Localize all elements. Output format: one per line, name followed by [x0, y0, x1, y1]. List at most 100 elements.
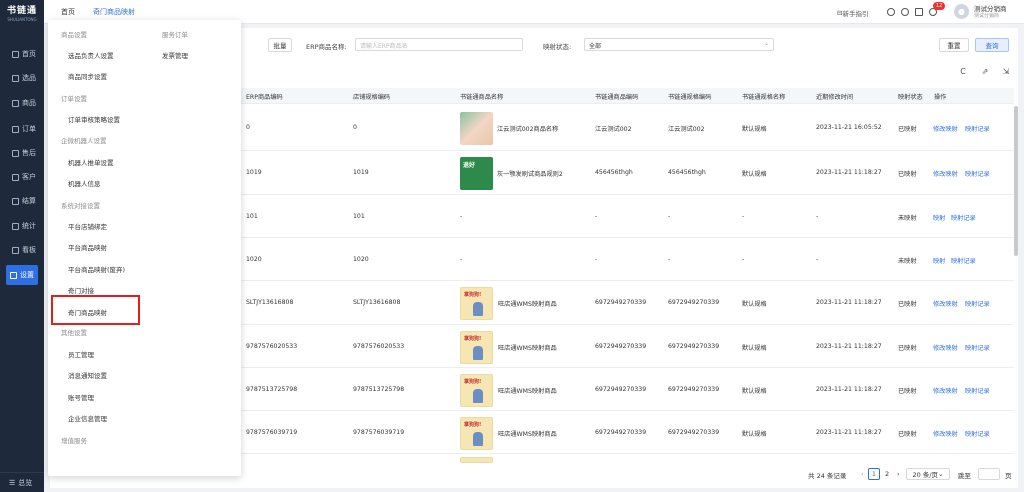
menu-item-invoice[interactable]: 发票管理 [162, 50, 188, 60]
mapping-record-link[interactable]: 映射记录 [965, 169, 990, 178]
product-thumbnail[interactable]: 掌狗狗! [460, 287, 493, 320]
cell-slt-spec-code: 6972949270339 [668, 342, 720, 350]
sidebar-overview[interactable]: ☰ 总览 [0, 472, 44, 492]
product-thumbnail[interactable]: 掌狗狗! [460, 373, 493, 407]
sidebar-item-label: 设置 [20, 271, 34, 279]
sidebar-item-dashboard[interactable]: 看板 [0, 240, 44, 260]
table-scrollbar[interactable] [1014, 106, 1018, 256]
modify-mapping-link[interactable]: 修改映射 [933, 299, 958, 308]
sidebar-item-stats[interactable]: 统计 [0, 216, 44, 236]
mapping-status-select[interactable]: 全部 ⌄ [584, 38, 774, 51]
modify-mapping-link[interactable]: 修改映射 [933, 169, 958, 178]
sidebar-item-aftersale[interactable]: 售后 [0, 143, 44, 163]
sidebar-item-settings[interactable]: 设置 [6, 265, 38, 285]
app-logo[interactable]: 书链通 SHULIANTONG [0, 0, 44, 24]
product-thumbnail[interactable]: 掌狗狗! [460, 330, 493, 364]
prev-page-icon[interactable]: ‹ [861, 470, 864, 478]
product-thumbnail[interactable] [460, 457, 493, 463]
menu-group-service-order[interactable]: 服务订单 [162, 29, 188, 39]
jump-input[interactable] [978, 468, 1000, 480]
sidebar-item-goods[interactable]: 商品 [0, 93, 44, 113]
avatar[interactable]: ● [954, 4, 969, 19]
sidebar-item-home[interactable]: 首页 [0, 44, 44, 64]
cell-modify-time: - [816, 255, 819, 263]
cell-mapping-status: 已映射 [898, 344, 917, 352]
mapping-record-link[interactable]: 映射记录 [965, 299, 990, 308]
page-size-value: 20 条/页 [912, 471, 939, 479]
location-icon[interactable] [887, 8, 895, 16]
cell-slt-spec-name: 默认规格 [742, 387, 767, 395]
cell-slt-code: 6972949270339 [595, 299, 647, 306]
menu-item[interactable]: 商品同步设置 [68, 71, 107, 81]
sidebar-item-order[interactable]: 订单 [0, 119, 44, 139]
modify-mapping-link[interactable]: 修改映射 [933, 343, 958, 352]
menu-item[interactable]: 平台商品映射(废弃) [68, 264, 125, 274]
mapping-record-link[interactable]: 映射记录 [951, 213, 976, 222]
next-page-icon[interactable]: › [897, 470, 900, 478]
mapping-record-link[interactable]: 映射记录 [965, 429, 990, 438]
page-1[interactable]: 1 [868, 468, 880, 480]
sidebar-item-label: 结算 [22, 197, 36, 205]
cell-mapping-status: 已映射 [898, 301, 917, 308]
menu-item[interactable]: 选品负责人设置 [68, 50, 114, 60]
tab-qimen-mapping[interactable]: 奇门商品映射 [93, 7, 135, 25]
menu-item[interactable]: 订单审核策略设置 [68, 114, 120, 124]
page-2[interactable]: 2 [885, 470, 889, 478]
modify-mapping-link[interactable]: 修改映射 [933, 429, 958, 438]
sidebar-item-label: 首页 [22, 50, 36, 58]
tab-home[interactable]: 首页 [61, 7, 75, 17]
logo-title: 书链通 [6, 5, 37, 16]
cell-erp-code: 1019 [246, 169, 262, 176]
document-icon[interactable] [915, 8, 923, 16]
product-thumbnail[interactable]: 退好 [460, 157, 493, 190]
erp-name-input[interactable]: 请输入ERP商品名 [355, 38, 523, 51]
map-link[interactable]: 映射 [933, 256, 945, 265]
cell-slt-spec-code: 6972949270339 [668, 385, 720, 393]
settings-export-icon[interactable]: ⇲ [1002, 67, 1010, 76]
menu-item[interactable]: 平台商品映射 [68, 242, 107, 252]
mapping-record-link[interactable]: 映射记录 [965, 386, 990, 395]
menu-item[interactable]: 奇门对接 [68, 285, 94, 295]
menu-item[interactable]: 账号管理 [68, 392, 94, 402]
headset-icon[interactable] [901, 8, 909, 16]
cell-slt-spec-name: 默认规格 [742, 171, 767, 178]
mapping-record-link[interactable]: 映射记录 [951, 256, 976, 265]
sidebar-item-customer[interactable]: 客户 [0, 167, 44, 187]
modify-mapping-link[interactable]: 修改映射 [933, 386, 958, 395]
sidebar-item-select[interactable]: 选品 [0, 68, 44, 88]
menu-item[interactable]: 员工管理 [68, 349, 94, 359]
cell-erp-code: 1020 [246, 255, 262, 263]
cell-modify-time: 2023-11-21 11:18:27 [816, 385, 882, 393]
page-size-select[interactable]: 20 条/页 ⌄ [906, 468, 950, 480]
refresh-icon[interactable]: C [959, 67, 967, 76]
product-thumbnail[interactable]: 掌狗狗! [460, 416, 493, 450]
cell-modify-time: 2023-11-21 16:05:52 [816, 123, 882, 131]
reset-button[interactable]: 重置 [939, 38, 969, 52]
menu-item[interactable]: 消息通知设置 [68, 370, 107, 380]
modify-mapping-link[interactable]: 修改映射 [933, 124, 958, 133]
col-slt-spec-name: 书链通规格名称 [742, 94, 786, 101]
batch-button[interactable]: 批量 [268, 38, 292, 52]
mapping-record-link[interactable]: 映射记录 [965, 124, 990, 133]
product-thumbnail[interactable] [460, 111, 493, 145]
menu-item[interactable]: 机器人推单设置 [68, 157, 114, 167]
mapping-record-link[interactable]: 映射记录 [965, 343, 990, 352]
export-icon[interactable]: ⇗ [981, 67, 989, 76]
cell-shop-spec-code: 1020 [353, 255, 369, 263]
sidebar-item-settle[interactable]: 结算 [0, 191, 44, 211]
col-slt-name: 书链通商品名称 [460, 94, 504, 101]
guide-link[interactable]: ⊟ 新手指引 [837, 8, 868, 18]
total-records: 共 24 条记录 [808, 472, 847, 480]
sidebar-bottom-label: 总览 [18, 478, 33, 487]
guide-label: 新手指引 [842, 10, 869, 18]
menu-item[interactable]: 机器人信息 [68, 178, 101, 188]
col-actions: 操作 [934, 94, 947, 101]
map-link[interactable]: 映射 [933, 213, 945, 222]
thumbnail-text: 掌狗狗! [464, 292, 482, 298]
settle-icon [12, 197, 19, 205]
cell-slt-code: - [595, 255, 598, 263]
cell-slt-code: 6972949270339 [595, 385, 647, 393]
menu-item[interactable]: 平台店铺绑定 [68, 221, 107, 231]
menu-item[interactable]: 企业信息管理 [68, 413, 107, 423]
query-button[interactable]: 查询 [975, 38, 1009, 52]
